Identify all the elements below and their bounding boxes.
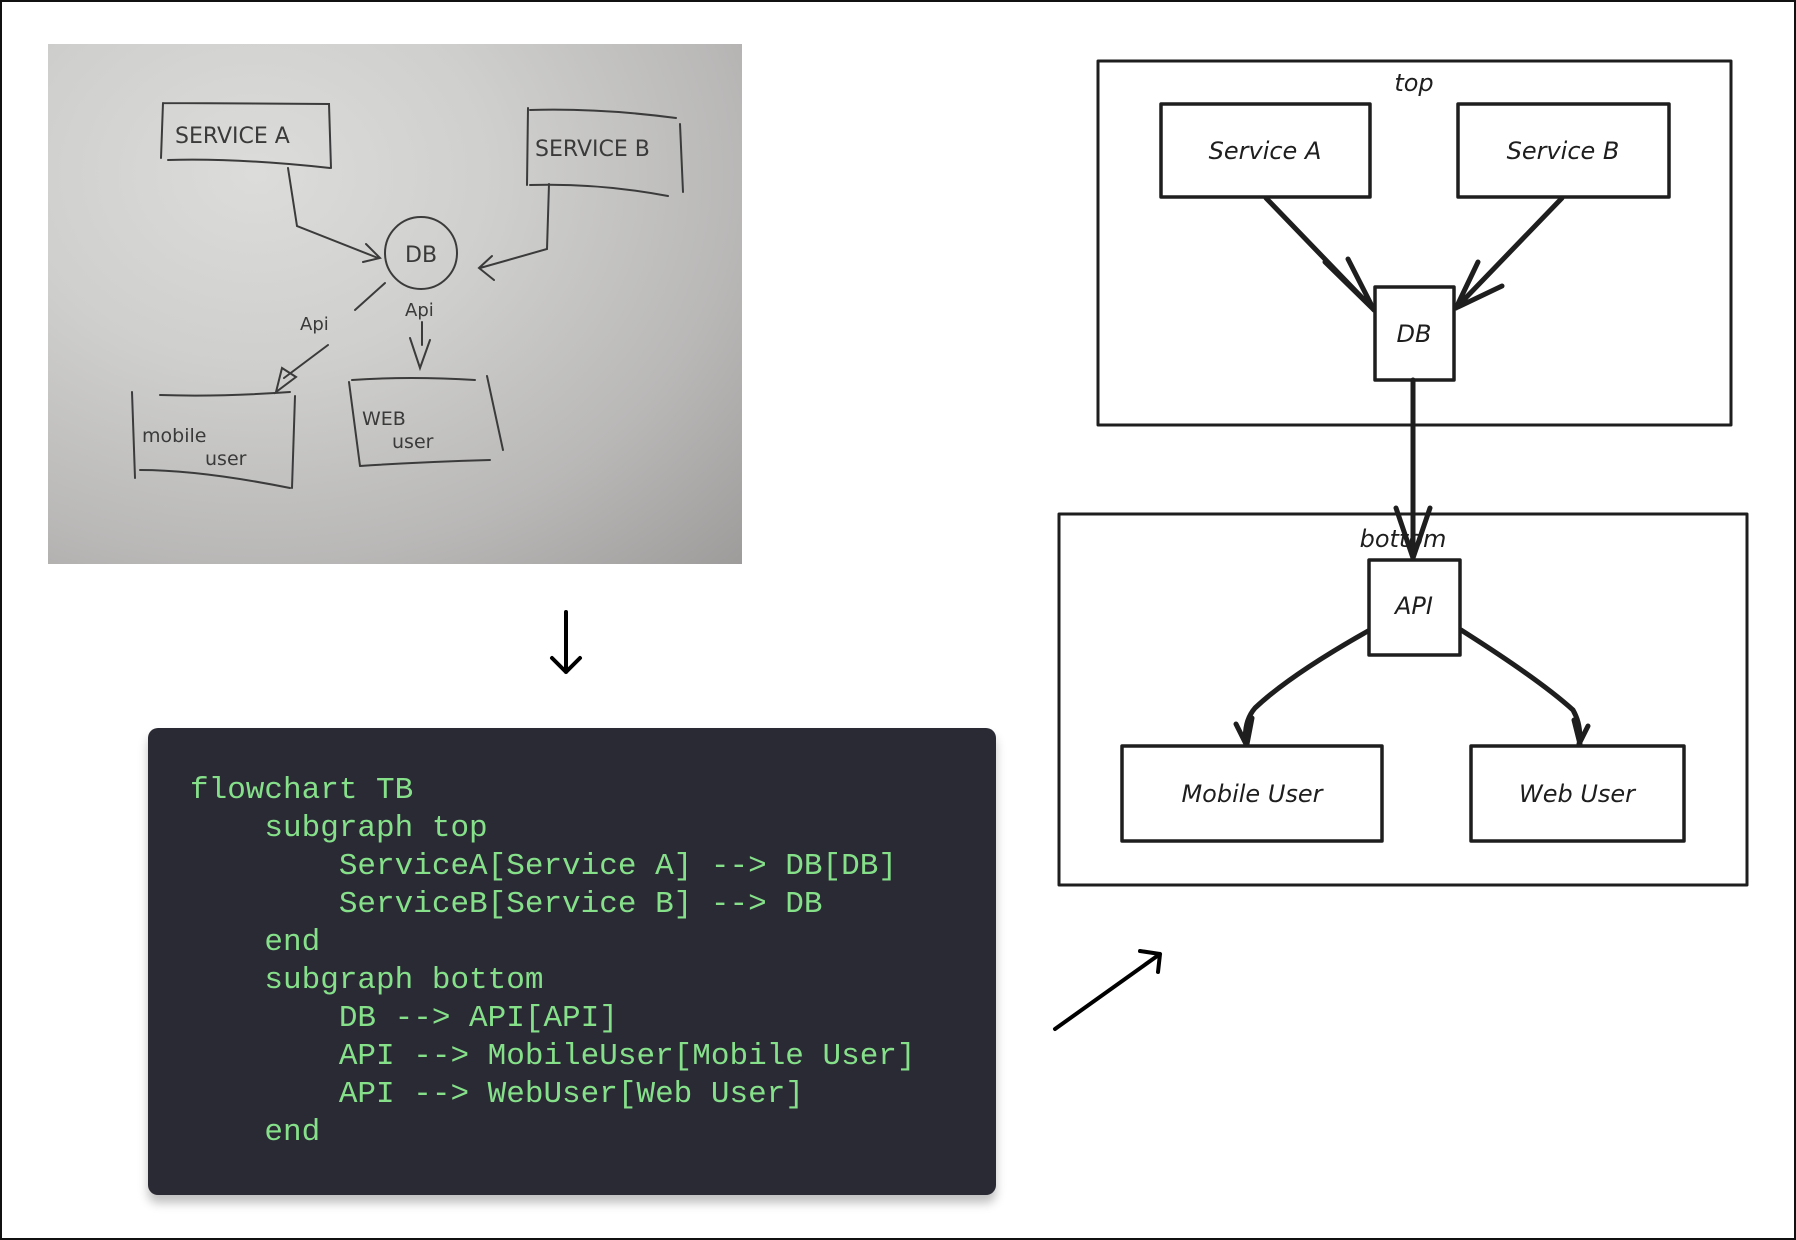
node-service-a-label: Service A bbox=[1209, 137, 1322, 165]
edge-service-a-db bbox=[1263, 195, 1377, 313]
edge-api-mobile-user bbox=[1233, 628, 1371, 748]
rendered-flowchart: top bottom Service A Service B DB API Mo… bbox=[1057, 59, 1749, 887]
node-db-label: DB bbox=[1397, 320, 1432, 348]
subgraph-bottom-label: bottom bbox=[1360, 525, 1447, 553]
node-web-user-label: Web User bbox=[1519, 780, 1637, 808]
edge-api-web-user bbox=[1458, 627, 1591, 748]
subgraph-top-label: top bbox=[1394, 69, 1433, 97]
edge-service-b-db bbox=[1453, 195, 1565, 311]
node-service-b-label: Service B bbox=[1507, 137, 1620, 165]
node-api-label: API bbox=[1393, 592, 1433, 620]
node-mobile-user-label: Mobile User bbox=[1181, 780, 1324, 808]
